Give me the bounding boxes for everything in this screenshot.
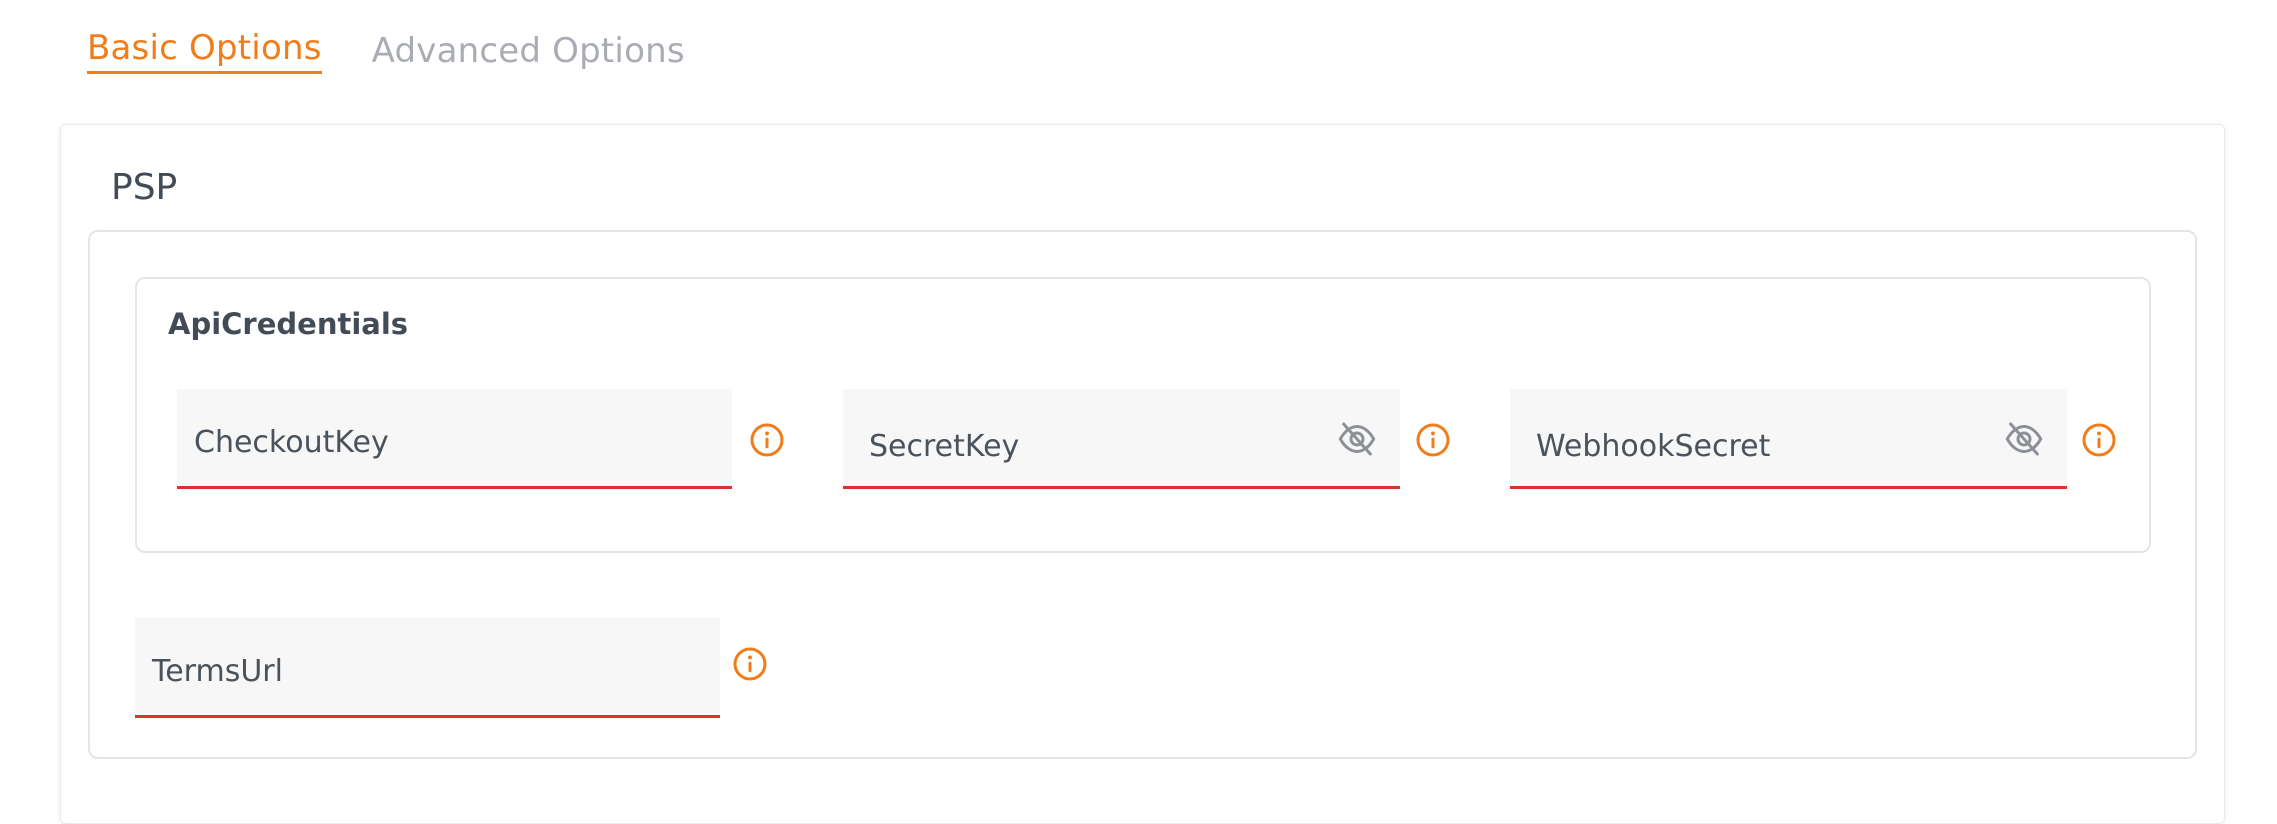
checkout-key-field[interactable]: CheckoutKey: [177, 389, 732, 489]
tab-advanced-options[interactable]: Advanced Options: [372, 31, 685, 74]
terms-url-info-icon[interactable]: [732, 646, 768, 682]
webhook-secret-info-icon[interactable]: [2081, 422, 2117, 458]
secret-key-visibility-toggle-icon[interactable]: [1334, 419, 1380, 459]
psp-fieldset: ApiCredentials CheckoutKey SecretKey Web…: [88, 230, 2197, 759]
card-title: PSP: [111, 167, 178, 208]
checkout-key-label: CheckoutKey: [194, 425, 389, 460]
psp-card: PSP ApiCredentials CheckoutKey SecretKey: [60, 124, 2225, 824]
options-tabs: Basic Options Advanced Options: [87, 28, 685, 74]
terms-url-label: TermsUrl: [152, 654, 283, 689]
api-credentials-fieldset: ApiCredentials CheckoutKey SecretKey Web…: [135, 277, 2151, 553]
webhook-secret-visibility-toggle-icon[interactable]: [2001, 419, 2047, 459]
terms-url-field[interactable]: TermsUrl: [135, 618, 720, 718]
secret-key-field[interactable]: SecretKey: [843, 389, 1400, 489]
api-credentials-title: ApiCredentials: [168, 307, 409, 341]
tab-basic-options[interactable]: Basic Options: [87, 28, 322, 74]
checkout-key-info-icon[interactable]: [749, 422, 785, 458]
webhook-secret-label: WebhookSecret: [1536, 429, 1771, 464]
secret-key-info-icon[interactable]: [1415, 422, 1451, 458]
webhook-secret-field[interactable]: WebhookSecret: [1510, 389, 2067, 489]
secret-key-label: SecretKey: [869, 429, 1020, 464]
